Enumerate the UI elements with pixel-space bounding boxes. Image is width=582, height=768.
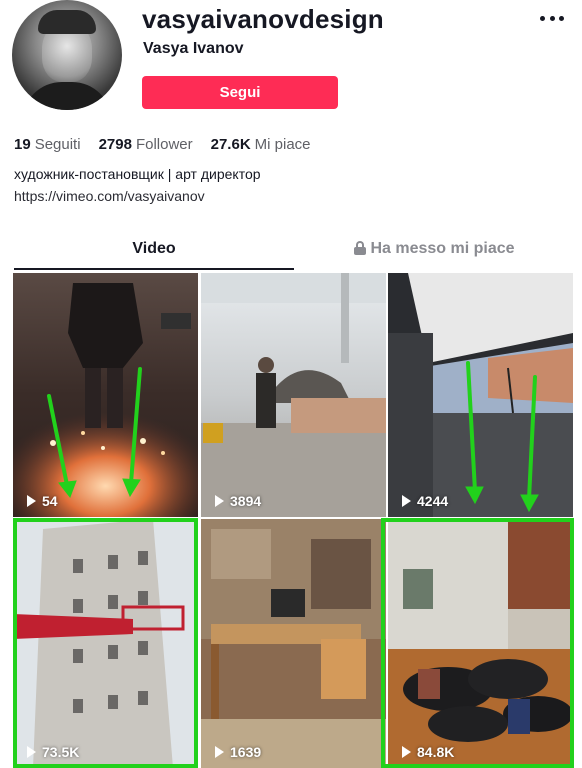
view-count: 84.8K <box>402 744 454 760</box>
nickname: Vasya Ivanov <box>143 40 244 57</box>
play-icon <box>27 746 36 758</box>
tab-active-indicator <box>14 268 294 270</box>
play-icon <box>402 746 411 758</box>
play-icon <box>402 495 411 507</box>
stat-likes: 27.6K Mi piace <box>210 136 311 153</box>
stat-following[interactable]: 19 Seguiti <box>14 136 81 153</box>
username: vasyaivanovdesign <box>142 4 384 34</box>
video-thumbnail[interactable]: 4244 <box>388 273 573 517</box>
play-icon <box>27 495 36 507</box>
profile-tabs: Video Ha messo mi piace <box>14 240 574 270</box>
play-icon <box>215 746 224 758</box>
follow-button[interactable]: Segui <box>142 76 338 109</box>
more-horizontal-icon[interactable] <box>540 10 564 26</box>
view-count: 4244 <box>402 493 448 509</box>
video-thumbnail[interactable]: 54 <box>13 273 198 517</box>
view-count: 1639 <box>215 744 261 760</box>
view-count: 3894 <box>215 493 261 509</box>
video-thumbnail[interactable]: 3894 <box>201 273 386 517</box>
video-grid: 54 3894 4244 73.5K 1639 84.8K <box>13 273 574 768</box>
tab-liked[interactable]: Ha messo mi piace <box>294 240 574 270</box>
tab-video[interactable]: Video <box>14 240 294 270</box>
avatar[interactable] <box>12 0 122 110</box>
view-count: 54 <box>27 493 58 509</box>
video-thumbnail[interactable]: 1639 <box>201 519 386 768</box>
stats-row: 19 Seguiti 2798 Follower 27.6K Mi piace <box>14 136 329 153</box>
bio-text: художник-постановщик | арт директор <box>14 166 261 182</box>
stat-followers[interactable]: 2798 Follower <box>99 136 193 153</box>
view-count: 73.5K <box>27 744 79 760</box>
lock-icon <box>353 241 367 255</box>
bio-link[interactable]: https://vimeo.com/vasyaivanov <box>14 188 205 204</box>
video-thumbnail[interactable]: 73.5K <box>13 519 198 768</box>
play-icon <box>215 495 224 507</box>
video-thumbnail[interactable]: 84.8K <box>388 519 573 768</box>
